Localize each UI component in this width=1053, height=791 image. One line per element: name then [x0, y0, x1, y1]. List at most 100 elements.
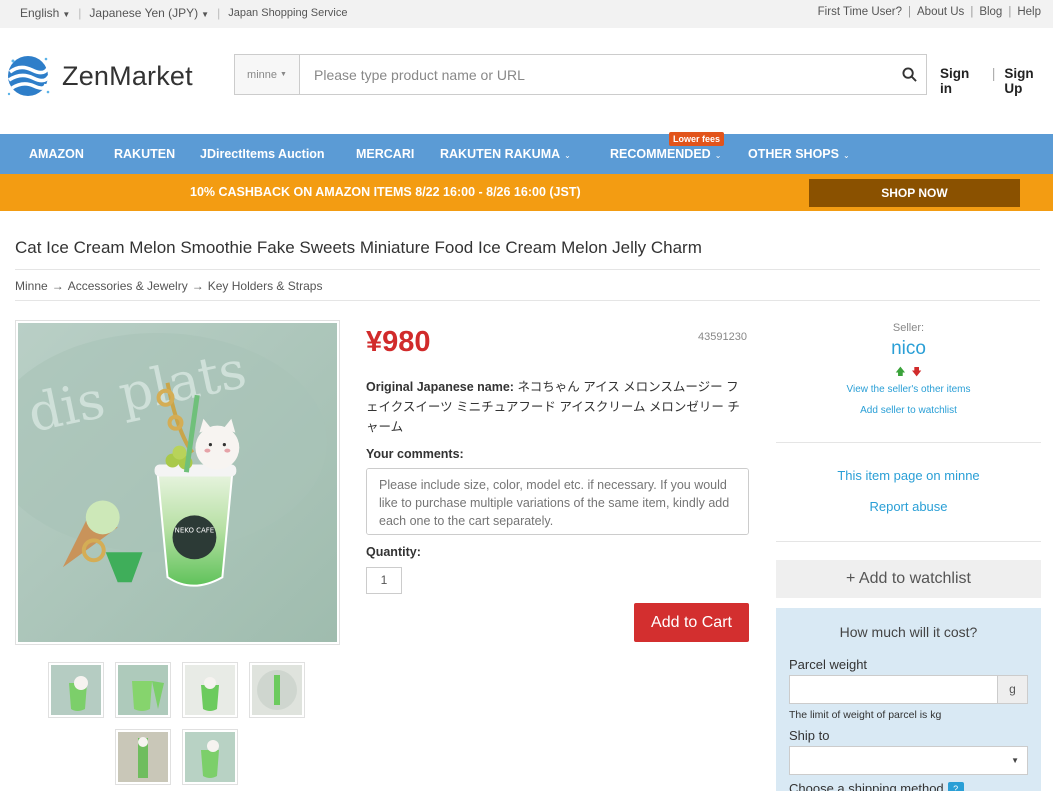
arrow-right-icon: → — [51, 279, 64, 293]
item-id: 43591230 — [698, 331, 747, 343]
link-blog[interactable]: Blog — [979, 6, 1002, 18]
promo-text: 10% CASHBACK ON AMAZON ITEMS 8/22 16:00 … — [190, 185, 581, 199]
sign-up-link[interactable]: Sign Up — [1004, 66, 1053, 96]
nav-item-other-shops[interactable]: OTHER SHOPS ⌄ — [748, 147, 850, 161]
nav-item-label: RECOMMENDED — [610, 147, 711, 161]
divider: | — [78, 6, 82, 20]
chevron-down-icon: ⌄ — [714, 151, 722, 160]
shop-select-label: minne — [247, 68, 278, 81]
comments-label: Your comments: — [366, 447, 464, 461]
link-help[interactable]: Help — [1017, 6, 1041, 18]
calculator-title: How much will it cost? — [839, 624, 978, 640]
chevron-down-icon: ⌄ — [564, 151, 571, 160]
weight-limit-text: The limit of weight of parcel is kg — [789, 709, 942, 721]
add-to-cart-button[interactable]: Add to Cart — [634, 603, 749, 642]
nav-item-rakuten[interactable]: RAKUTEN — [114, 147, 175, 161]
logo[interactable]: ZenMarket — [4, 52, 193, 100]
service-tagline: Japan Shopping Service — [228, 7, 348, 19]
seller-name[interactable]: nico — [776, 338, 1041, 360]
divider — [15, 269, 1040, 270]
comments-field[interactable] — [366, 468, 749, 535]
search-button[interactable] — [892, 55, 926, 94]
nav-item-label: RAKUTEN RAKUMA — [440, 147, 561, 161]
product-price: ¥980 — [366, 326, 431, 358]
cost-calculator: How much will it cost? Parcel weight g T… — [776, 608, 1041, 791]
seller-rating: 🡅 🡇 — [776, 365, 1041, 382]
thumbnail[interactable] — [182, 729, 238, 785]
add-to-watchlist-button[interactable]: + Add to watchlist — [776, 560, 1041, 598]
site-header: ZenMarket minne▼ Sign in | Sign Up — [0, 28, 1053, 134]
nav-item-recommended[interactable]: RECOMMENDED ⌄ — [610, 147, 721, 161]
parcel-weight-input[interactable] — [789, 675, 998, 704]
arrow-up-icon: 🡅 — [895, 367, 906, 378]
caret-down-icon: ▼ — [280, 71, 287, 78]
search-input[interactable] — [300, 55, 892, 94]
divider — [776, 541, 1041, 542]
weight-unit: g — [997, 675, 1028, 704]
search-bar: minne ▼ — [234, 54, 927, 95]
thumbnail[interactable] — [115, 662, 171, 718]
svg-text:NEKO CAFE: NEKO CAFE — [175, 526, 215, 534]
top-bar: English ▼ | Japanese Yen (JPY) ▼ | Japan S… — [0, 0, 1053, 28]
thumbnail[interactable] — [182, 662, 238, 718]
thumbnail-image — [118, 732, 168, 782]
thumbnail-image — [51, 665, 101, 715]
breadcrumb-item[interactable]: Accessories & Jewelry — [68, 279, 188, 293]
shop-select[interactable]: minne ▼ — [235, 55, 300, 94]
chevron-down-icon: ⌄ — [843, 151, 850, 160]
breadcrumb: Minne → Accessories & Jewelry → Key Hold… — [15, 279, 322, 293]
divider — [15, 300, 1040, 301]
caret-down-icon: ▼ — [201, 10, 210, 19]
nav-item-jdirectitems[interactable]: JDirectItems Auction — [200, 147, 325, 161]
main-nav: AMAZON RAKUTEN JDirectItems Auction MERC… — [0, 132, 1053, 174]
breadcrumb-item[interactable]: Minne — [15, 279, 48, 293]
shipping-method: Choose a shipping method ? — [789, 781, 964, 791]
thumbnail-image — [118, 665, 168, 715]
seller-label: Seller: — [892, 322, 925, 334]
original-name: Original Japanese name: ネコちゃん アイス メロンスムー… — [366, 377, 749, 437]
report-abuse-link[interactable]: Report abuse — [776, 499, 1041, 514]
ship-to-select[interactable]: ▼ — [789, 746, 1028, 775]
original-name-label: Original Japanese name: — [366, 380, 514, 394]
thumbnail-image — [185, 665, 235, 715]
brand-name: ZenMarket — [62, 60, 193, 91]
sign-in-link[interactable]: Sign in — [940, 66, 983, 96]
thumbnail[interactable] — [115, 729, 171, 785]
currency-label: Japanese Yen (JPY) — [89, 6, 199, 20]
promo-banner: 10% CASHBACK ON AMAZON ITEMS 8/22 16:00 … — [0, 174, 1053, 211]
nav-item-amazon[interactable]: AMAZON — [29, 147, 84, 161]
seller-other-items-link[interactable]: View the seller's other items — [776, 384, 1041, 395]
language-label: English — [20, 6, 60, 20]
search-icon — [901, 67, 917, 82]
product-title: Cat Ice Cream Melon Smoothie Fake Sweets… — [15, 238, 702, 257]
arrow-right-icon: → — [191, 279, 204, 293]
thumbnail[interactable] — [48, 662, 104, 718]
arrow-down-icon: 🡇 — [911, 367, 922, 378]
divider: | — [217, 6, 221, 20]
shop-now-button[interactable]: SHOP NOW — [809, 179, 1020, 207]
item-page-link[interactable]: This item page on minne — [776, 468, 1041, 483]
thumbnail-image — [252, 665, 302, 715]
divider — [776, 442, 1041, 443]
caret-down-icon: ▼ — [1011, 756, 1019, 765]
link-about-us[interactable]: About Us — [917, 6, 964, 18]
currency-select[interactable]: Japanese Yen (JPY) ▼ — [89, 6, 209, 20]
add-seller-watchlist-link[interactable]: Add seller to watchlist — [776, 405, 1041, 416]
quantity-input[interactable]: 1 — [366, 567, 402, 594]
link-first-time-user[interactable]: First Time User? — [818, 6, 902, 18]
shipping-method-label: Choose a shipping method — [789, 781, 944, 791]
zenmarket-logo-icon — [7, 56, 51, 96]
parcel-weight-label: Parcel weight — [789, 657, 868, 672]
product-main-image[interactable]: dis plats NEKO CAFE — [15, 320, 340, 645]
thumbnail-image — [185, 732, 235, 782]
nav-item-label: OTHER SHOPS — [748, 147, 839, 161]
language-select[interactable]: English ▼ — [20, 6, 70, 20]
caret-down-icon: ▼ — [62, 10, 71, 19]
lower-fees-badge: Lower fees — [669, 132, 725, 146]
nav-item-mercari[interactable]: MERCARI — [356, 147, 414, 161]
nav-item-rakuma[interactable]: RAKUTEN RAKUMA ⌄ — [440, 147, 571, 161]
help-icon[interactable]: ? — [947, 781, 964, 791]
thumbnail[interactable] — [249, 662, 305, 718]
quantity-label: Quantity: — [366, 545, 421, 559]
breadcrumb-item[interactable]: Key Holders & Straps — [208, 279, 323, 293]
